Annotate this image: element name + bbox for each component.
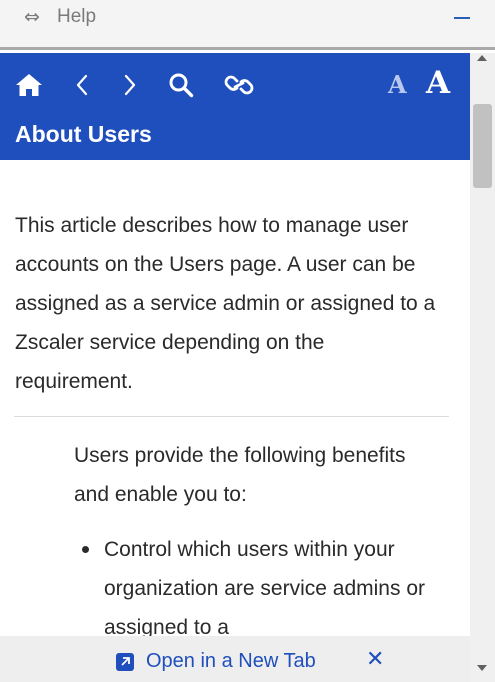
benefits-intro-paragraph: Users provide the following benefits and…	[74, 444, 406, 506]
scroll-up-arrow-icon[interactable]	[477, 55, 487, 61]
article-content: This article describes how to manage use…	[0, 160, 470, 636]
external-link-icon	[116, 652, 134, 671]
vertical-scrollbar[interactable]	[470, 53, 495, 682]
help-toolbar: A A About Users	[0, 53, 470, 160]
decrease-font-button[interactable]: A	[388, 70, 407, 100]
back-icon[interactable]	[72, 67, 92, 103]
close-icon[interactable]: ✕	[366, 647, 384, 672]
increase-font-button[interactable]: A	[426, 65, 450, 101]
list-item-text: Control which users within your organiza…	[104, 538, 425, 636]
home-icon[interactable]	[14, 67, 44, 103]
move-arrows-icon[interactable]: ⇔	[24, 6, 40, 28]
help-title: Help	[57, 6, 97, 27]
link-icon[interactable]	[222, 67, 256, 103]
scroll-down-arrow-icon[interactable]	[477, 665, 487, 671]
divider	[14, 416, 449, 417]
search-icon[interactable]	[167, 67, 195, 103]
page-title: About Users	[15, 121, 152, 147]
open-in-new-tab-link[interactable]: Open in a New Tab	[116, 650, 316, 673]
open-in-new-tab-label: Open in a New Tab	[146, 650, 316, 672]
scroll-thumb[interactable]	[473, 104, 492, 188]
minimize-button[interactable]	[454, 17, 470, 19]
bottom-bar: Open in a New Tab ✕	[0, 636, 470, 682]
help-titlebar: ⇔ Help	[0, 0, 495, 50]
intro-paragraph: This article describes how to manage use…	[15, 214, 436, 393]
benefits-list: Control which users within your organiza…	[80, 530, 440, 636]
forward-icon[interactable]	[120, 67, 140, 103]
list-item: Control which users within your organiza…	[80, 530, 440, 636]
bullet-icon	[82, 546, 89, 553]
